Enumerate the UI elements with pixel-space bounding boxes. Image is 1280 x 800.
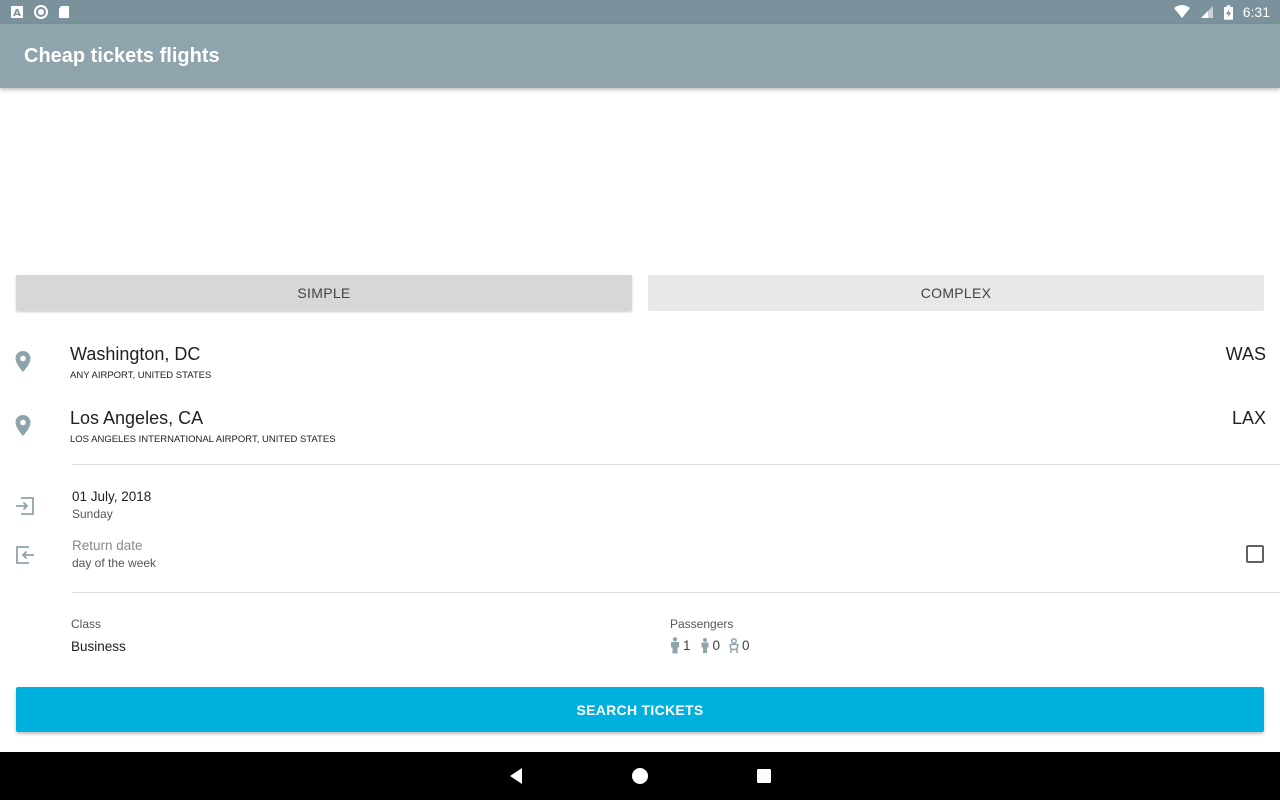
- search-tickets-button[interactable]: SEARCH TICKETS: [16, 687, 1264, 732]
- adults-count: 1: [669, 637, 691, 654]
- recents-button[interactable]: [754, 766, 774, 786]
- back-triangle-icon: [510, 768, 522, 784]
- back-button[interactable]: [506, 766, 526, 786]
- passengers-selector[interactable]: 1 0 0: [669, 637, 750, 654]
- destination-airport: LOS ANGELES INTERNATIONAL AIRPORT, UNITE…: [70, 434, 336, 445]
- status-time: 6:31: [1242, 4, 1270, 20]
- return-date-row[interactable]: Return date day of the week: [0, 538, 1280, 582]
- location-pin-icon: [15, 415, 31, 436]
- circle-record-icon: [34, 5, 48, 19]
- class-value[interactable]: Business: [71, 639, 126, 654]
- infant-icon: [729, 638, 739, 654]
- origin-code: WAS: [1225, 344, 1266, 364]
- children-value: 0: [712, 638, 721, 653]
- signal-icon: [1200, 6, 1213, 18]
- app-title: Cheap tickets flights: [24, 44, 220, 67]
- origin-row[interactable]: Washington, DC ANY AIRPORT, UNITED STATE…: [0, 338, 1280, 394]
- app-bar: Cheap tickets flights: [0, 24, 1280, 88]
- infants-value: 0: [742, 638, 750, 653]
- adult-icon: [671, 637, 679, 654]
- departure-date-row[interactable]: 01 July, 2018 Sunday: [0, 489, 1280, 533]
- wifi-icon: [1173, 5, 1190, 18]
- location-pin-icon: [15, 351, 31, 372]
- navigation-bar: [0, 752, 1280, 800]
- return-weekday: day of the week: [72, 556, 157, 570]
- home-circle-icon: [632, 768, 648, 784]
- departure-weekday: Sunday: [72, 507, 113, 521]
- destination-code: LAX: [1231, 408, 1266, 428]
- divider: [72, 464, 1280, 465]
- keyboard-a-icon: A: [11, 6, 23, 19]
- return-logout-icon: [16, 546, 34, 564]
- departure-date: 01 July, 2018: [72, 489, 152, 504]
- destination-city: Los Angeles, CA: [70, 408, 204, 428]
- svg-text:A: A: [13, 8, 21, 19]
- class-label: Class: [71, 617, 102, 631]
- complex-tab[interactable]: COMPLEX: [648, 275, 1264, 311]
- children-count: 0: [699, 637, 721, 654]
- child-icon: [701, 638, 709, 653]
- status-bar-left: A: [10, 5, 72, 19]
- sd-card-icon: [59, 6, 69, 18]
- status-bar: A 6:31: [0, 0, 1280, 24]
- destination-row[interactable]: Los Angeles, CA LOS ANGELES INTERNATIONA…: [0, 402, 1280, 458]
- return-date-checkbox[interactable]: [1246, 545, 1264, 563]
- origin-airport: ANY AIRPORT, UNITED STATES: [70, 370, 212, 381]
- home-button[interactable]: [630, 766, 650, 786]
- return-date: Return date: [72, 538, 143, 553]
- passengers-label: Passengers: [670, 617, 734, 631]
- adults-value: 1: [683, 638, 691, 653]
- simple-tab[interactable]: SIMPLE: [16, 275, 632, 311]
- departure-login-icon: [16, 497, 34, 515]
- battery-charging-icon: [1223, 4, 1233, 20]
- divider: [72, 592, 1280, 593]
- infants-count: 0: [728, 637, 750, 654]
- status-bar-right: 6:31: [1173, 4, 1270, 20]
- recents-square-icon: [757, 769, 771, 783]
- origin-city: Washington, DC: [70, 344, 201, 364]
